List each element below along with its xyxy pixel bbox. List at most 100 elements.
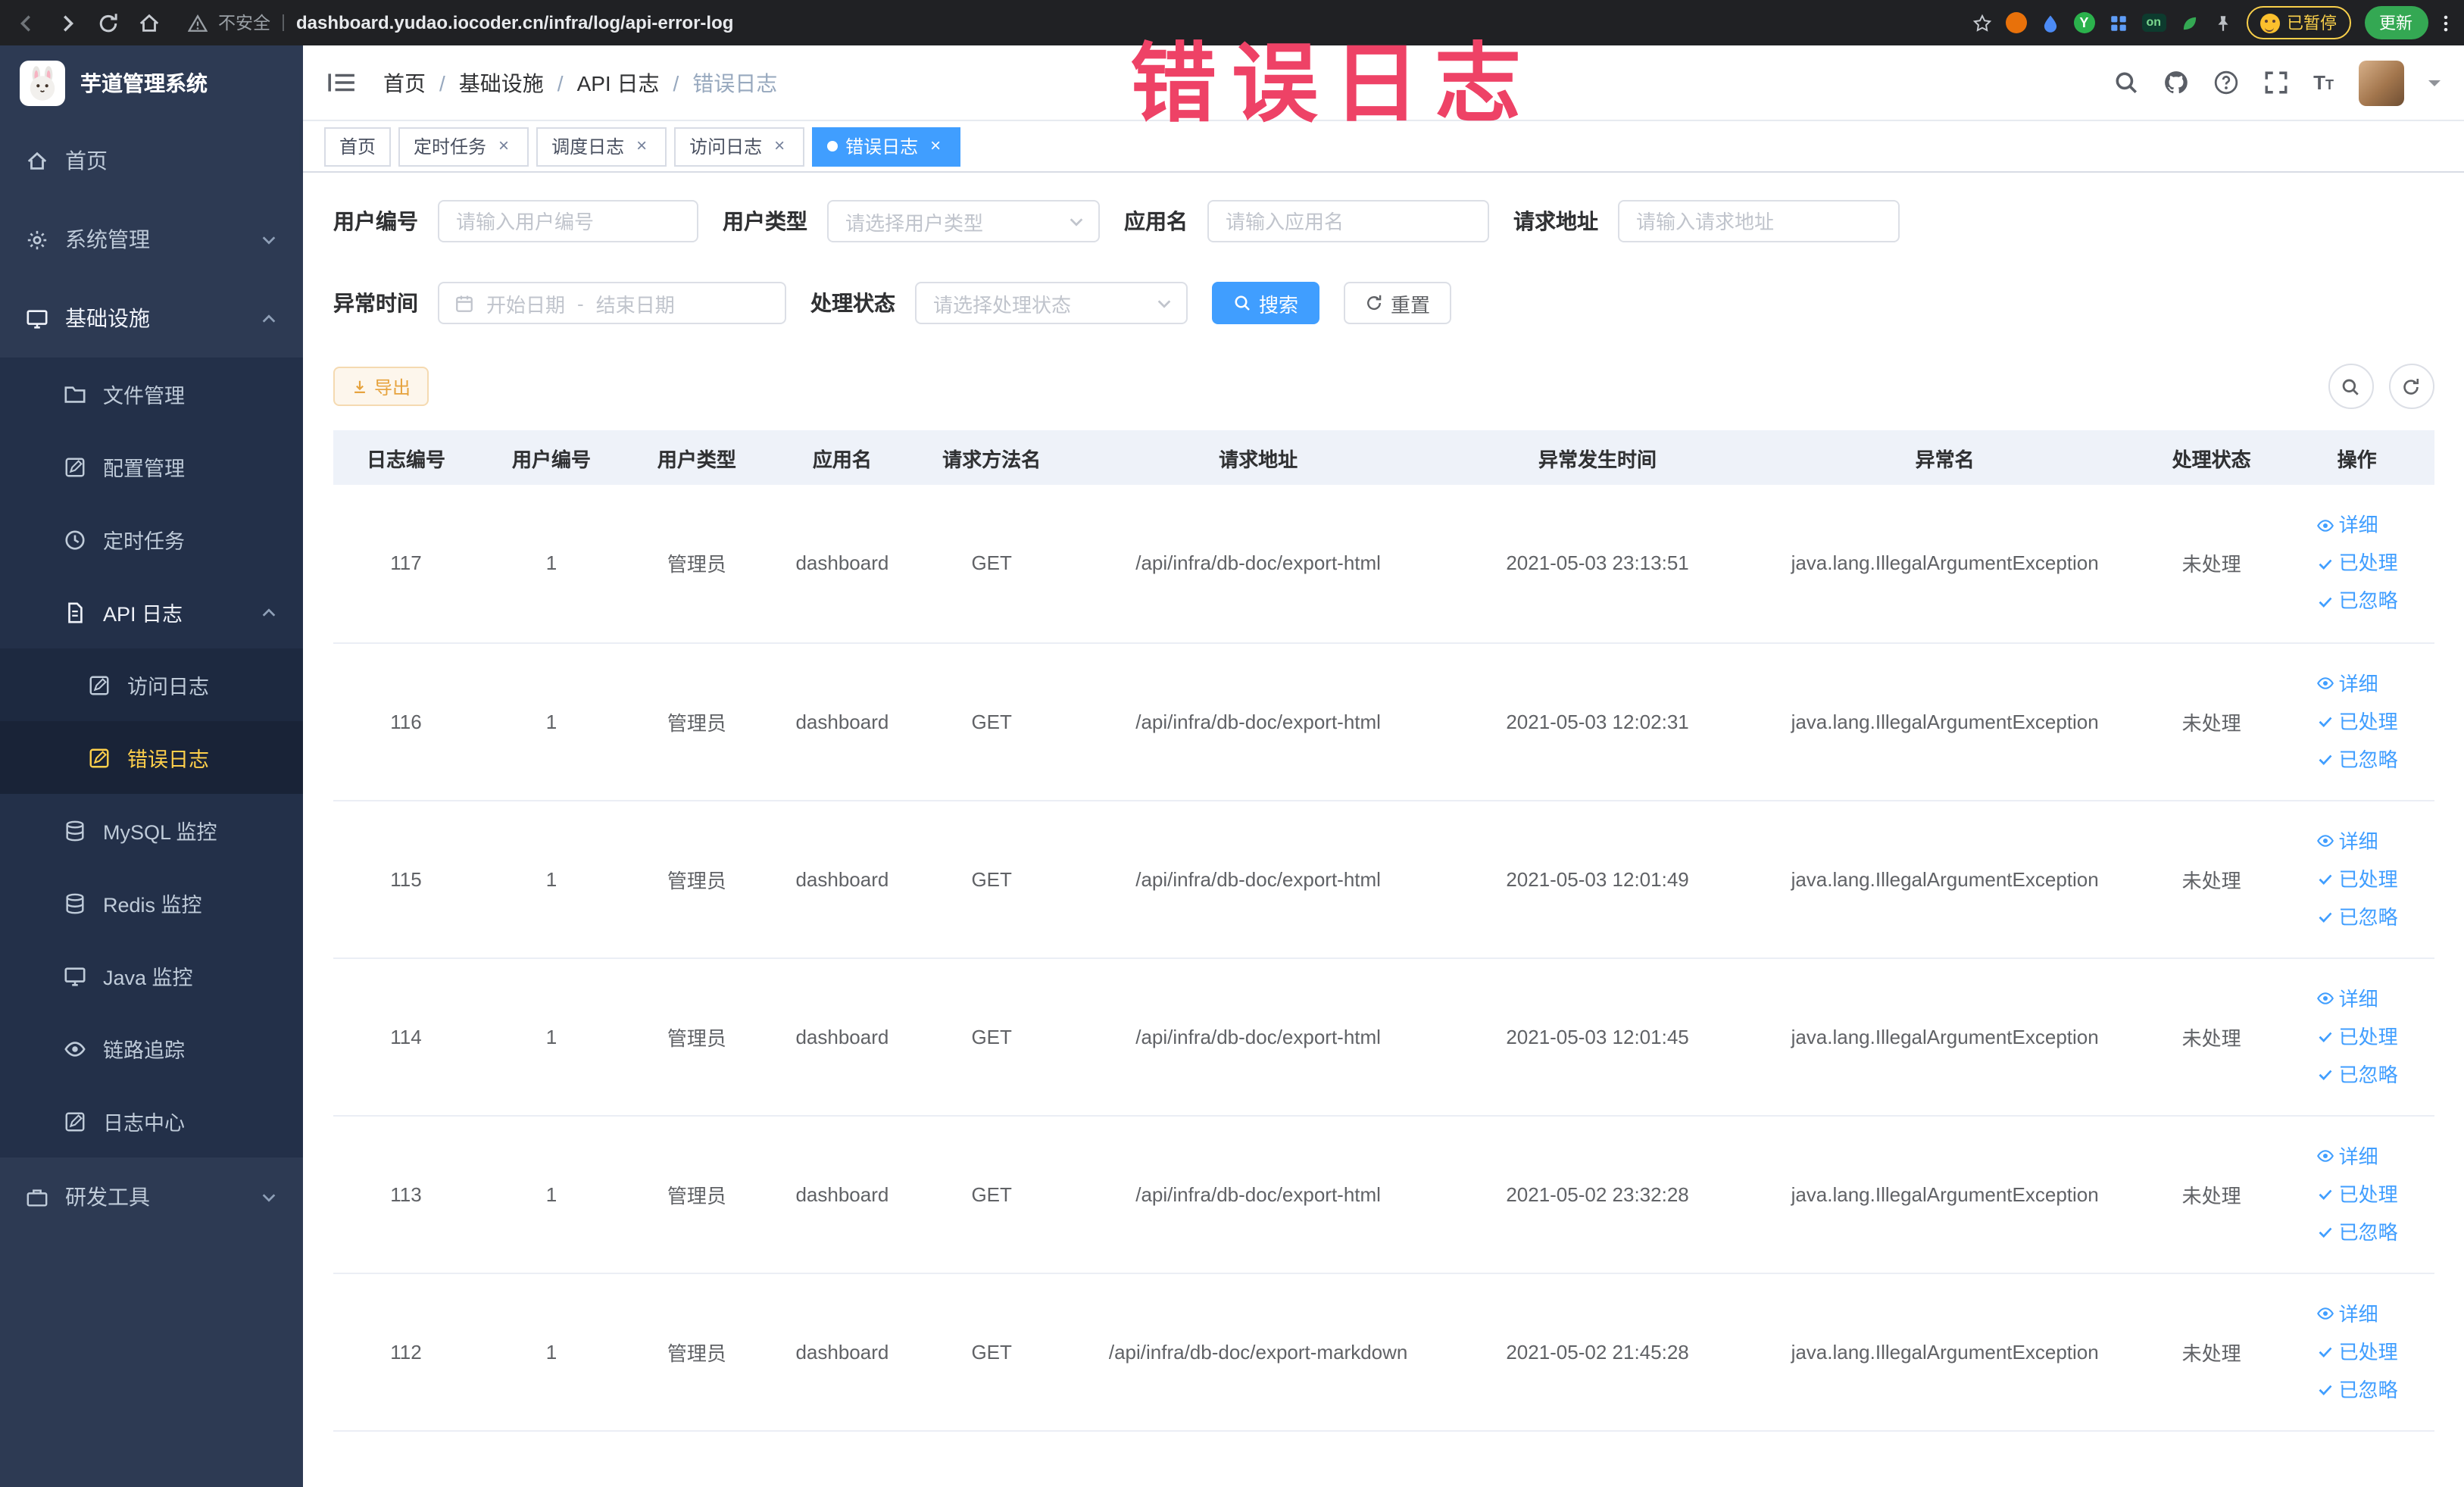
cell-actions: 详细 已处理 已忽略 <box>2280 1273 2434 1431</box>
request-url-input[interactable] <box>1618 200 1900 242</box>
tab-schedule-logs[interactable]: 调度日志 × <box>536 127 667 166</box>
sidebar-item-tracing[interactable]: 链路追踪 <box>0 1012 303 1085</box>
detail-link[interactable]: 详细 <box>2316 1295 2378 1332</box>
sidebar-item-java-monitor[interactable]: Java 监控 <box>0 939 303 1012</box>
sidebar-item-error-logs[interactable]: 错误日志 <box>0 721 303 794</box>
extension-icon-orange[interactable] <box>2005 12 2027 33</box>
browser-menu-kebab-icon[interactable] <box>2441 13 2449 33</box>
sidebar-item-config-management[interactable]: 配置管理 <box>0 430 303 503</box>
app-name-input[interactable] <box>1207 200 1489 242</box>
detail-link[interactable]: 详细 <box>2316 979 2378 1017</box>
database-icon <box>64 819 86 842</box>
sidebar-item-log-center[interactable]: 日志中心 <box>0 1085 303 1157</box>
hamburger-icon[interactable] <box>327 70 356 95</box>
reload-icon[interactable] <box>97 11 120 34</box>
sidebar-item-file-management[interactable]: 文件管理 <box>0 358 303 430</box>
update-button[interactable]: 更新 <box>2364 6 2428 39</box>
toggle-search-button[interactable] <box>2328 364 2373 409</box>
close-icon[interactable]: × <box>926 136 945 156</box>
user-id-input[interactable] <box>438 200 698 242</box>
help-icon[interactable] <box>2213 70 2239 95</box>
filter-exception-time: 异常时间 开始日期 - 结束日期 <box>333 282 786 324</box>
mark-ignored-link[interactable]: 已忽略 <box>2316 740 2398 778</box>
mark-processed-link[interactable]: 已处理 <box>2316 860 2398 898</box>
calendar-icon <box>454 293 474 313</box>
detail-link[interactable]: 详细 <box>2316 822 2378 860</box>
mark-processed-link[interactable]: 已处理 <box>2316 702 2398 740</box>
cell-request-url: /api/infra/db-doc/export-html <box>1068 800 1448 958</box>
security-label[interactable]: 不安全 <box>218 11 270 35</box>
refresh-button[interactable] <box>2388 364 2434 409</box>
export-button[interactable]: 导出 <box>333 367 429 406</box>
mark-processed-link[interactable]: 已处理 <box>2316 1332 2398 1370</box>
font-size-icon[interactable]: TT <box>2313 71 2334 94</box>
tab-scheduled-jobs[interactable]: 定时任务 × <box>398 127 529 166</box>
check-icon <box>2316 592 2334 611</box>
tab-home[interactable]: 首页 <box>324 127 392 166</box>
mark-processed-link[interactable]: 已处理 <box>2316 1175 2398 1213</box>
detail-link[interactable]: 详细 <box>2316 507 2378 545</box>
tab-access-logs[interactable]: 访问日志 × <box>674 127 805 166</box>
fullscreen-icon[interactable] <box>2263 70 2289 95</box>
sidebar-item-access-logs[interactable]: 访问日志 <box>0 648 303 721</box>
close-icon[interactable]: × <box>770 136 789 156</box>
extension-icon-on[interactable]: on <box>2141 14 2166 32</box>
process-status-select[interactable]: 请选择处理状态 <box>915 282 1188 324</box>
detail-link[interactable]: 详细 <box>2316 664 2378 702</box>
extension-icon-grid[interactable] <box>2108 13 2128 33</box>
mark-ignored-link[interactable]: 已忽略 <box>2316 898 2398 936</box>
url-text[interactable]: dashboard.yudao.iocoder.cn/infra/log/api… <box>296 12 733 33</box>
sidebar-item-api-logs[interactable]: API 日志 <box>0 576 303 648</box>
exception-time-label: 异常时间 <box>333 291 418 315</box>
forward-icon[interactable] <box>56 11 79 34</box>
extension-icon-drop[interactable] <box>2040 13 2060 33</box>
filter-user-type: 用户类型 请选择用户类型 <box>723 200 1100 242</box>
date-range-picker[interactable]: 开始日期 - 结束日期 <box>438 282 786 324</box>
bookmark-star-icon[interactable] <box>1972 13 1991 33</box>
tab-error-logs[interactable]: 错误日志 × <box>812 127 961 166</box>
search-icon[interactable] <box>2113 70 2139 95</box>
sidebar-item-infrastructure[interactable]: 基础设施 <box>0 279 303 358</box>
browser-home-icon[interactable] <box>138 11 161 34</box>
breadcrumb-item[interactable]: 基础设施 <box>459 67 544 98</box>
back-icon[interactable] <box>15 11 38 34</box>
avatar-caret-icon[interactable] <box>2428 80 2440 92</box>
mark-ignored-link[interactable]: 已忽略 <box>2316 1213 2398 1251</box>
cell-method: GET <box>914 485 1069 643</box>
check-icon <box>2316 1342 2334 1360</box>
sidebar-item-mysql-monitor[interactable]: MySQL 监控 <box>0 794 303 867</box>
sidebar-item-system-management[interactable]: 系统管理 <box>0 200 303 279</box>
mark-ignored-link[interactable]: 已忽略 <box>2316 583 2398 620</box>
mark-ignored-link[interactable]: 已忽略 <box>2316 1370 2398 1408</box>
close-icon[interactable]: × <box>494 136 514 156</box>
extension-icon-leaf[interactable] <box>2179 13 2199 33</box>
avatar[interactable] <box>2358 60 2403 105</box>
reset-button[interactable]: 重置 <box>1344 282 1452 324</box>
sidebar-item-dev-tools[interactable]: 研发工具 <box>0 1157 303 1236</box>
redis-icon <box>64 892 86 914</box>
search-icon <box>2341 376 2360 396</box>
mark-processed-link[interactable]: 已处理 <box>2316 545 2398 583</box>
sidebar-item-home[interactable]: 首页 <box>0 121 303 200</box>
col-user-id: 用户编号 <box>478 430 624 485</box>
paused-badge[interactable]: 已暂停 <box>2246 6 2350 39</box>
extensions-pin-icon[interactable] <box>2213 13 2232 33</box>
cell-actions: 详细 已处理 已忽略 <box>2280 642 2434 801</box>
mark-ignored-link[interactable]: 已忽略 <box>2316 1055 2398 1093</box>
mark-processed-link[interactable]: 已处理 <box>2316 1017 2398 1055</box>
address-bar[interactable]: 不安全 | dashboard.yudao.iocoder.cn/infra/l… <box>176 6 1957 39</box>
github-icon[interactable] <box>2163 70 2189 95</box>
java-monitor-icon <box>64 964 86 987</box>
user-type-select[interactable]: 请选择用户类型 <box>827 200 1100 242</box>
cell-log-id: 117 <box>333 485 479 643</box>
sidebar-item-redis-monitor[interactable]: Redis 监控 <box>0 867 303 939</box>
cell-user-id: 1 <box>478 485 624 643</box>
logo[interactable]: 芋道管理系统 <box>0 45 303 121</box>
sidebar-item-scheduled-jobs[interactable]: 定时任务 <box>0 503 303 576</box>
close-icon[interactable]: × <box>632 136 651 156</box>
detail-link[interactable]: 详细 <box>2316 1137 2378 1175</box>
search-button[interactable]: 搜索 <box>1212 282 1320 324</box>
breadcrumb-item[interactable]: API 日志 <box>577 67 660 98</box>
extension-icon-y[interactable]: Y <box>2073 12 2095 33</box>
breadcrumb-item[interactable]: 首页 <box>383 67 426 98</box>
